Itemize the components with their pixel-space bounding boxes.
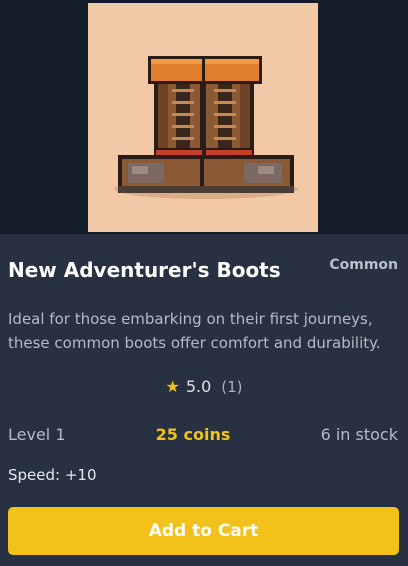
item-stat: Speed: +10 [8, 466, 97, 484]
item-image-area [0, 0, 408, 234]
item-image [88, 3, 318, 232]
rating: ★ 5.0 (1) [0, 377, 408, 396]
item-card: New Adventurer's Boots Common Ideal for … [0, 0, 408, 566]
item-title: New Adventurer's Boots [8, 258, 281, 282]
boots-icon [114, 56, 298, 199]
star-icon: ★ [165, 377, 180, 396]
rating-count: (1) [221, 378, 243, 396]
item-description: Ideal for those embarking on their first… [8, 310, 381, 352]
rarity-badge: Common [329, 257, 398, 273]
rating-value: 5.0 [185, 377, 212, 396]
add-to-cart-button[interactable]: Add to Cart [8, 507, 399, 555]
item-stock: 6 in stock [320, 425, 398, 444]
